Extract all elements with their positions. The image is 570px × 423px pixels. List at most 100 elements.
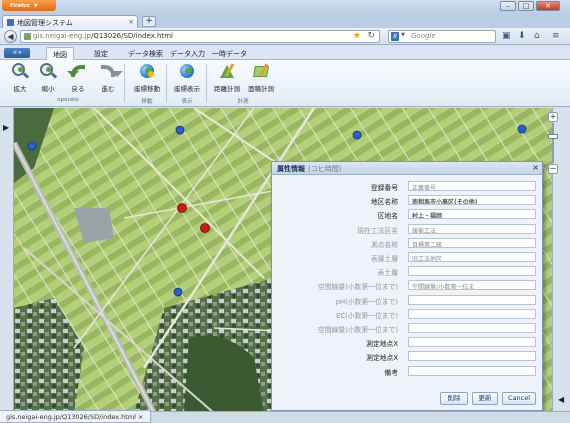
group-separator	[206, 64, 207, 102]
zoom-in-button[interactable]: 拡大	[8, 63, 32, 93]
new-tab-button[interactable]: +	[142, 16, 156, 27]
map-marker-blue	[352, 130, 362, 140]
close-tab-icon[interactable]: ×	[128, 18, 134, 26]
measure-distance-button[interactable]: 距離計測	[212, 63, 242, 93]
group-label-move: 移動	[141, 99, 153, 105]
map-zoom-in-button[interactable]: +	[548, 112, 558, 122]
attribute-label: 空間線量(小数第一位まで)	[317, 283, 398, 292]
tab-temporary-data[interactable]: 一時データ	[206, 47, 253, 60]
globe-icon	[178, 63, 196, 81]
delete-button[interactable]: 削除	[440, 392, 468, 405]
attribute-field[interactable]: 南相馬市小高区(その他)	[408, 195, 536, 206]
navigation-bar: ◀ gis.neigai-eng.jp/Q13026/SD/index.html…	[0, 28, 570, 45]
ribbon-tab-bar: ≡ ▾ 地図 設定 データ検索 データ入力 一時データ	[0, 46, 570, 60]
tab-data-input[interactable]: データ入力	[164, 47, 211, 60]
coord-show-button[interactable]: 座標表示	[172, 63, 202, 93]
group-separator	[124, 64, 125, 102]
bookmark-star-icon[interactable]: ★	[353, 31, 361, 41]
attribute-field[interactable]: 正義番号	[408, 181, 536, 191]
globe-move-icon	[138, 63, 156, 81]
download-icon[interactable]: ⬇	[518, 31, 526, 41]
search-engine-icon[interactable]: 8	[391, 32, 399, 41]
map-zoom-out-button[interactable]: −	[548, 164, 558, 174]
attribute-field[interactable]: 旧工法地区	[408, 252, 536, 262]
zoom-track[interactable]	[552, 123, 554, 163]
forward-view-button[interactable]: 進む	[96, 63, 123, 93]
attribute-label: 表土層	[377, 269, 398, 278]
url-bar[interactable]: gis.neigai-eng.jp/Q13026/SD/index.html ★…	[20, 30, 380, 43]
attribute-field[interactable]	[408, 323, 536, 333]
chevron-down-icon: ▼	[33, 3, 38, 9]
attribute-field[interactable]	[408, 294, 536, 305]
group-separator	[166, 64, 167, 102]
coord-move-button[interactable]: 座標移動	[132, 63, 162, 93]
attribute-label: 現在工法区名	[357, 226, 398, 235]
window-icon[interactable]: ▣	[502, 31, 511, 41]
attribute-field[interactable]	[408, 351, 536, 362]
map-marker-blue	[27, 141, 37, 151]
expand-left-icon[interactable]: ▶	[3, 123, 9, 132]
url-host: gis.neigai-eng.jp	[33, 32, 91, 40]
attribute-field[interactable]: 村上・福岡	[408, 209, 536, 220]
attribute-field[interactable]	[408, 337, 536, 348]
favicon-icon	[7, 19, 14, 26]
coord-move-label: 座標移動	[134, 85, 160, 93]
firefox-menu-button[interactable]: Firefox ▼	[2, 0, 56, 11]
map-marker-blue	[517, 124, 527, 134]
back-button[interactable]: ◀	[4, 30, 17, 43]
browser-titlebar: Firefox ▼ – □ ✕	[0, 0, 570, 14]
undo-arrow-icon	[67, 63, 87, 81]
forward-view-label: 進む	[101, 85, 115, 93]
back-view-button[interactable]: 戻る	[66, 63, 90, 93]
home-icon[interactable]: ⌂	[534, 31, 540, 41]
app-menu-button[interactable]: ≡ ▾	[4, 48, 30, 58]
browser-tab[interactable]: 地図管理システム ×	[2, 15, 138, 28]
search-placeholder: Google	[411, 32, 436, 40]
zoom-thumb[interactable]	[548, 134, 558, 139]
expand-right-icon[interactable]: ◀	[558, 395, 564, 404]
attribute-label: 登録番号	[370, 184, 398, 192]
ribbon-toolbar: 拡大 縮小 戻る 進む operate 座標移動 移動 座標表示 表示 距離計測…	[0, 60, 570, 107]
attribute-label: 測点名称	[370, 240, 398, 249]
close-icon[interactable]: ×	[532, 163, 539, 172]
attribute-field[interactable]: 緩衝工法	[408, 223, 536, 234]
attribute-field[interactable]	[408, 308, 536, 319]
tab-data-search[interactable]: データ検索	[122, 47, 169, 60]
map-marker-red	[200, 223, 210, 233]
search-box[interactable]: 8 ▼ Google	[388, 30, 496, 43]
update-button[interactable]: 更新	[472, 392, 498, 405]
site-identity-icon[interactable]	[24, 33, 31, 40]
map-marker-blue	[175, 125, 185, 135]
zoom-out-button[interactable]: 縮小	[36, 63, 60, 93]
tab-settings[interactable]: 設定	[88, 47, 114, 60]
dialog-title: 属性情報	[277, 165, 305, 173]
back-view-label: 戻る	[71, 85, 85, 93]
status-url-text: gis.neigai-eng.jp/Q13026/SD/index.html	[6, 413, 136, 421]
close-icon[interactable]: ×	[138, 413, 143, 421]
dialog-header[interactable]: 属性情報 (コヒ時間) ×	[272, 162, 542, 175]
zoom-out-label: 縮小	[41, 85, 55, 93]
group-label-display: 表示	[181, 99, 193, 105]
close-window-button[interactable]: ✕	[536, 1, 560, 11]
redo-arrow-icon	[99, 63, 123, 81]
chevron-down-icon[interactable]: ▼	[401, 32, 405, 38]
app-menu-label: ≡	[12, 50, 18, 56]
attribute-label: 区地名	[377, 212, 398, 221]
maximize-button[interactable]: □	[518, 1, 534, 11]
attribute-label: pH(小数第一位まで)	[335, 297, 398, 306]
zoom-out-icon	[39, 63, 58, 81]
attribute-field[interactable]	[408, 266, 536, 277]
attribute-field[interactable]: 空間線量(小数第一位ま	[408, 280, 536, 291]
attribute-label: 空間線量(小数第一位まで)	[317, 326, 398, 334]
cancel-button[interactable]: Cancel	[502, 392, 536, 405]
attribute-label: 備考	[384, 368, 398, 377]
reload-icon[interactable]: ↻	[367, 31, 375, 41]
zoom-slider[interactable]: + −	[548, 112, 560, 174]
attribute-field[interactable]: 目標第二級	[408, 237, 536, 248]
menu-icon[interactable]: ≡	[552, 31, 560, 41]
tab-map[interactable]: 地図	[46, 47, 74, 60]
status-url: gis.neigai-eng.jp/Q13026/SD/index.html ×	[0, 410, 151, 423]
measure-area-button[interactable]: 面積計測	[246, 63, 276, 93]
attribute-field[interactable]	[408, 365, 536, 376]
minimize-button[interactable]: –	[500, 1, 516, 11]
